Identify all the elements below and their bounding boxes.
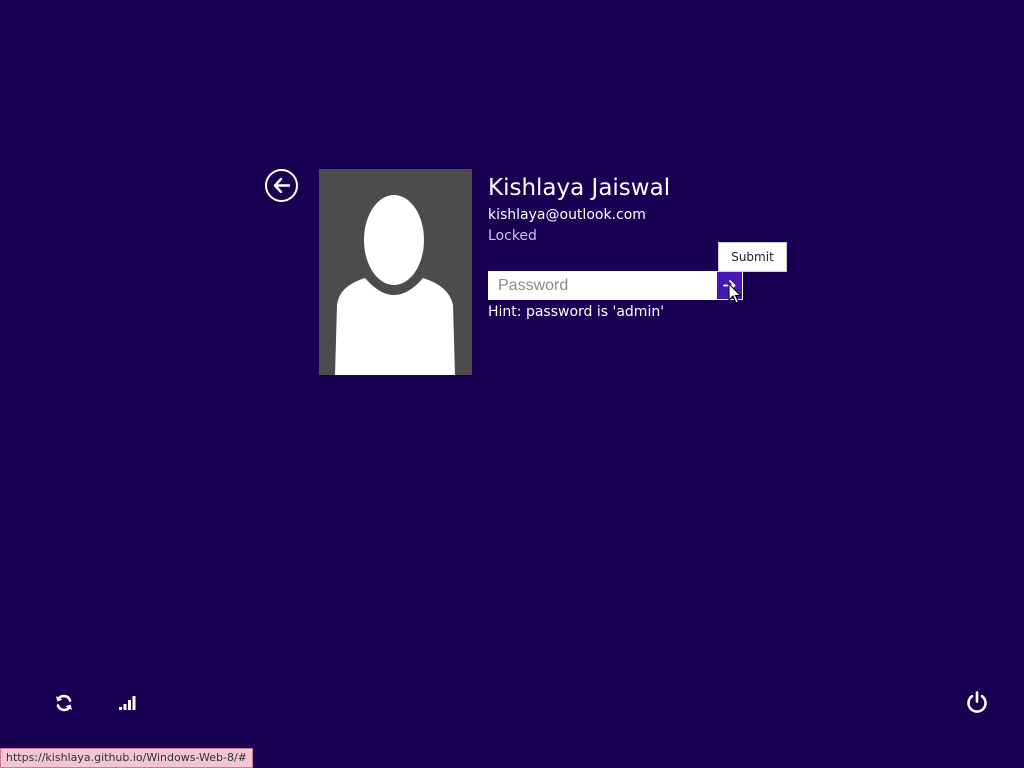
back-button[interactable] [265,169,298,202]
faint-background-text [370,56,630,84]
network-button[interactable] [114,690,140,716]
user-silhouette-icon [335,195,455,375]
ease-of-access-icon [56,694,72,712]
user-email: kishlaya@outlook.com [488,207,646,223]
submit-tooltip: Submit [718,242,787,272]
password-hint: Hint: password is 'admin' [488,304,665,320]
mouse-cursor-icon [728,283,742,304]
ease-of-access-button[interactable] [51,690,77,716]
password-box [488,271,743,300]
password-input[interactable] [488,271,717,300]
power-button[interactable] [964,689,990,715]
user-avatar [319,169,472,375]
power-icon [967,691,987,713]
network-signal-icon [119,696,136,710]
lock-screen: Kishlaya Jaiswal kishlaya@outlook.com Lo… [0,0,1024,768]
user-name: Kishlaya Jaiswal [488,175,671,201]
account-status: Locked [488,228,537,244]
back-arrow-icon [273,178,290,193]
status-bar-url: https://kishlaya.github.io/Windows-Web-8… [0,748,253,768]
